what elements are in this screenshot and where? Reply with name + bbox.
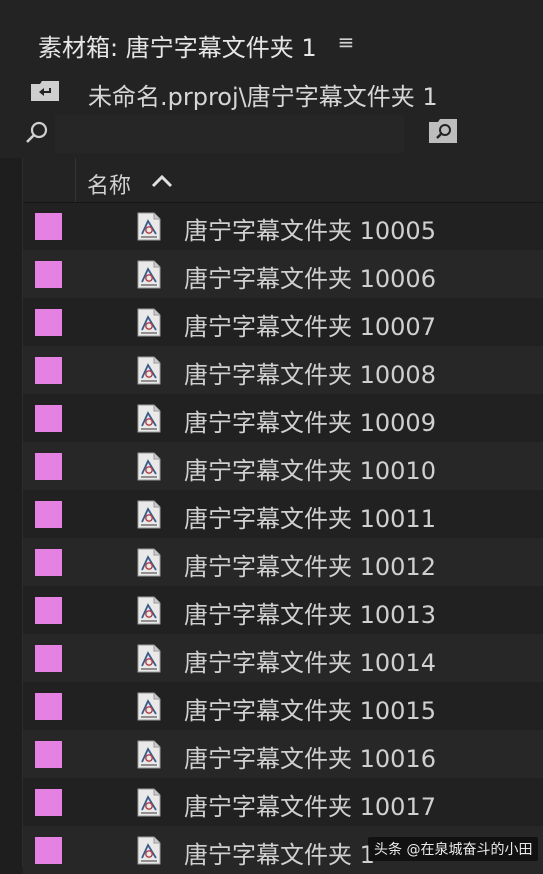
title-clip-icon [137,404,161,433]
list-item[interactable]: 唐宁字幕文件夹 10010 [23,442,543,490]
list-item[interactable]: 唐宁字幕文件夹 10014 [23,634,543,682]
label-color-swatch[interactable] [35,261,62,288]
list-item[interactable]: 唐宁字幕文件夹 10011 [23,490,543,538]
search-icon [26,121,48,143]
label-color-swatch[interactable] [35,357,62,384]
title-clip-icon [137,452,161,481]
item-name: 唐宁字幕文件夹 10005 [184,217,436,245]
label-color-swatch[interactable] [35,213,62,240]
list-item[interactable]: 唐宁字幕文件夹 10009 [23,394,543,442]
up-folder-icon[interactable] [30,80,60,102]
list-item[interactable]: 唐宁字幕文件夹 10006 [23,250,543,298]
item-name: 唐宁字幕文件夹 10016 [184,745,436,773]
list-item[interactable]: 唐宁字幕文件夹 10005 [23,202,543,250]
label-color-swatch[interactable] [35,693,62,720]
title-clip-icon [137,500,161,529]
title-clip-icon [137,740,161,769]
list-item[interactable]: 唐宁字幕文件夹 10017 [23,778,543,826]
title-clip-icon [137,260,161,289]
path-bar: 未命名.prproj\唐宁字幕文件夹 1 [0,72,543,112]
item-name: 唐宁字幕文件夹 10012 [184,553,436,581]
item-name: 唐宁字幕文件夹 10010 [184,457,436,485]
search-bar [0,112,543,158]
list-item[interactable]: 唐宁字幕文件夹 10013 [23,586,543,634]
title-clip-icon [137,788,161,817]
item-name: 唐宁字幕文件夹 10013 [184,601,436,629]
item-name: 唐宁字幕文件夹 10008 [184,361,436,389]
panel-title-bar: 素材箱: 唐宁字幕文件夹 1 ≡ [0,0,543,72]
title-clip-icon [137,836,161,865]
search-input[interactable] [55,115,404,153]
title-clip-icon [137,212,161,241]
list-item[interactable]: 唐宁字幕文件夹 10015 [23,682,543,730]
label-color-swatch[interactable] [35,789,62,816]
bin-path: 未命名.prproj\唐宁字幕文件夹 1 [88,83,438,111]
sort-ascending-icon[interactable] [151,174,173,188]
list-item[interactable]: 唐宁字幕文件夹 10012 [23,538,543,586]
title-clip-icon [137,356,161,385]
title-clip-icon [137,548,161,577]
label-color-swatch[interactable] [35,837,62,864]
item-name: 唐宁字幕文件夹 10011 [184,505,436,533]
item-name: 唐宁字幕文件夹 10006 [184,265,436,293]
item-name: 唐宁字幕文件夹 10017 [184,793,436,821]
title-clip-icon [137,692,161,721]
label-color-swatch[interactable] [35,405,62,432]
project-item-list: 名称 唐宁字幕文件夹 10005 唐宁字幕文件夹 10006 唐宁字幕文件夹 100… [22,158,543,874]
list-header: 名称 [23,158,543,203]
list-item[interactable]: 唐宁字幕文件夹 10008 [23,346,543,394]
title-clip-icon [137,308,161,337]
header-divider [75,158,76,202]
panel-title: 素材箱: 唐宁字幕文件夹 1 [38,34,317,62]
hamburger-icon[interactable]: ≡ [336,30,356,54]
item-name: 唐宁字幕文件夹 10007 [184,313,436,341]
label-color-swatch[interactable] [35,549,62,576]
new-search-bin-icon[interactable] [428,118,458,144]
label-color-swatch[interactable] [35,309,62,336]
watermark: 头条 @在泉城奋斗的小田 [368,837,539,861]
label-color-swatch[interactable] [35,453,62,480]
column-header-name[interactable]: 名称 [87,168,131,200]
label-color-swatch[interactable] [35,597,62,624]
title-clip-icon [137,596,161,625]
label-color-swatch[interactable] [35,645,62,672]
list-item[interactable]: 唐宁字幕文件夹 10007 [23,298,543,346]
label-color-swatch[interactable] [35,741,62,768]
list-item[interactable]: 唐宁字幕文件夹 10016 [23,730,543,778]
title-clip-icon [137,644,161,673]
item-name: 唐宁字幕文件夹 1 [184,841,375,869]
item-name: 唐宁字幕文件夹 10009 [184,409,436,437]
item-name: 唐宁字幕文件夹 10014 [184,649,436,677]
item-name: 唐宁字幕文件夹 10015 [184,697,436,725]
label-color-swatch[interactable] [35,501,62,528]
